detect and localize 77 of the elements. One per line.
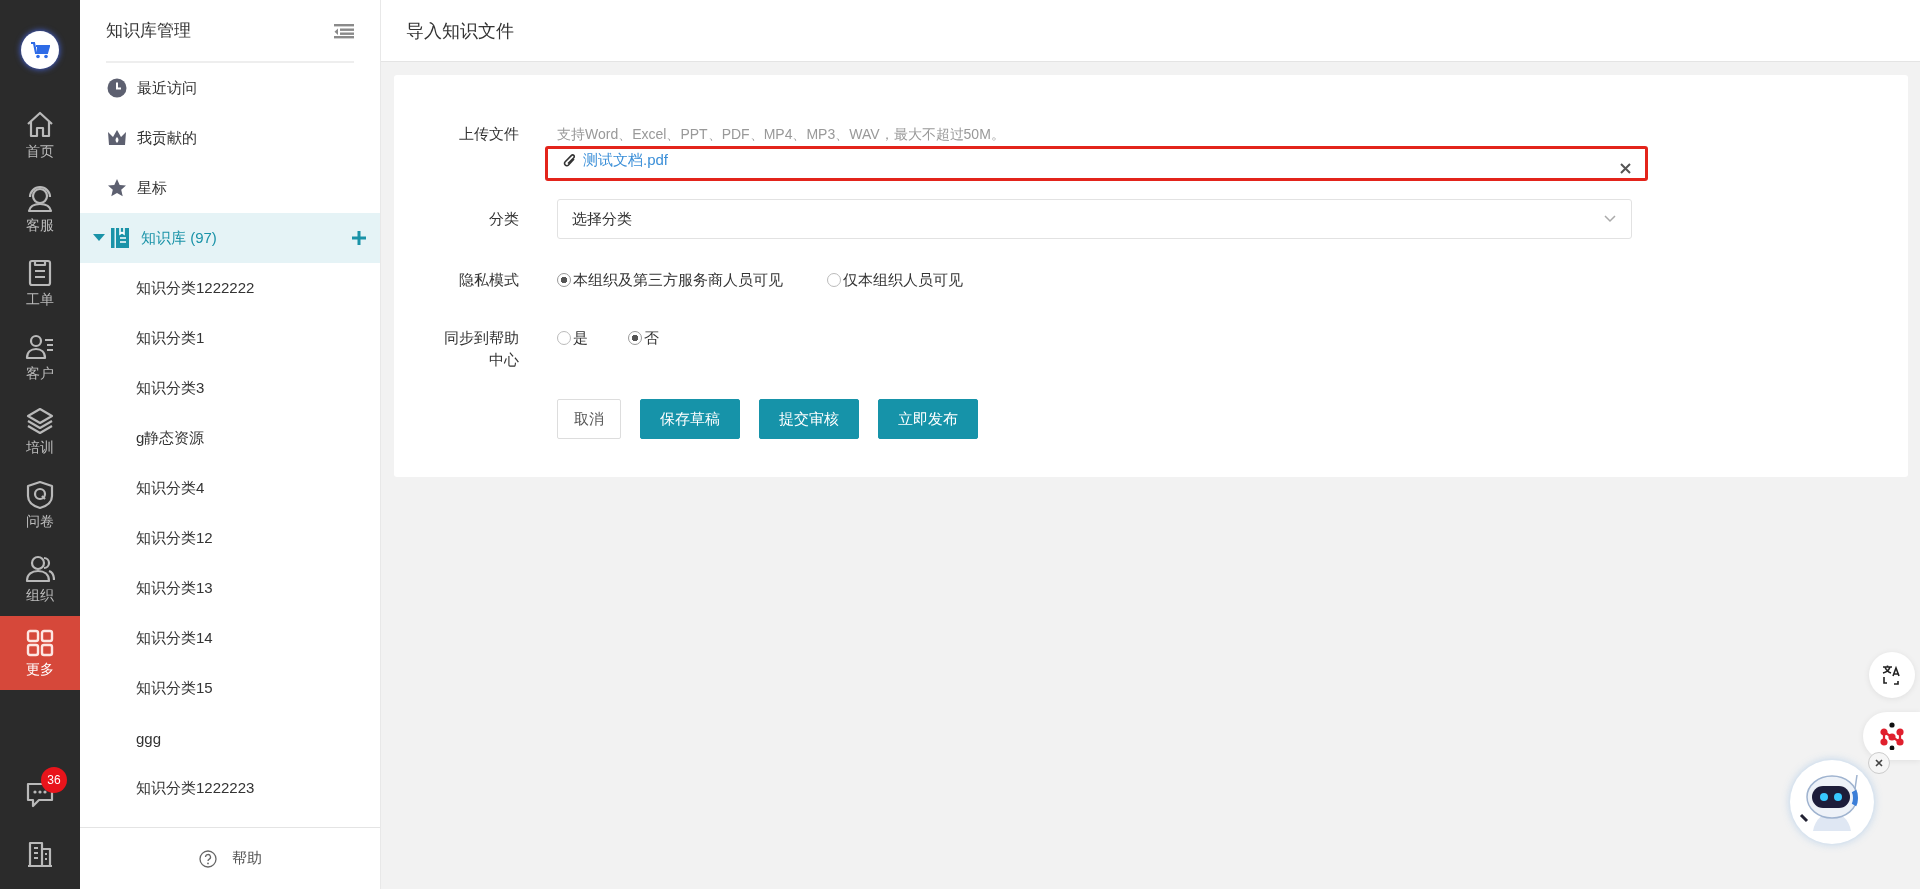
caret-icon[interactable] (93, 234, 105, 242)
translate-button[interactable] (1869, 652, 1915, 698)
plus-icon (352, 231, 366, 245)
help-icon (198, 849, 217, 868)
radio-option[interactable]: 是 (557, 327, 588, 349)
chevron-down-icon (1604, 215, 1616, 223)
collapse-button[interactable] (334, 22, 354, 39)
add-button[interactable] (352, 231, 366, 245)
shield-icon (25, 479, 55, 510)
tree-item[interactable]: g静态资源 (80, 413, 205, 463)
nav-item[interactable]: 工单 (0, 246, 80, 320)
home-icon (25, 109, 55, 140)
tree-item[interactable]: 知识分类14 (80, 613, 213, 663)
remove-file-button[interactable] (1620, 163, 1631, 174)
unread-badge: 36 (41, 766, 67, 793)
assistant-button[interactable] (1790, 760, 1874, 844)
sidebar-item[interactable]: 我贡献的 (80, 113, 380, 163)
field-label: 同步到帮助中心 (443, 328, 519, 370)
tree-item[interactable]: 知识分类1222223 (80, 763, 255, 813)
radio-icon[interactable] (827, 273, 841, 287)
translate-icon (1881, 664, 1903, 686)
radio-icon[interactable] (628, 331, 642, 345)
field-label: 分类 (488, 209, 519, 229)
field-label: 上传文件 (458, 124, 519, 144)
tree-item[interactable]: 知识分类1 (80, 313, 205, 363)
graph-button[interactable] (1863, 712, 1920, 760)
tree-item[interactable]: 知识分类13 (80, 563, 213, 613)
building-icon (25, 839, 55, 869)
nav-item[interactable]: 客服 (0, 172, 80, 246)
tree-item[interactable]: 知识分类3 (80, 363, 205, 413)
close-icon (1875, 759, 1883, 767)
nav-item[interactable]: 客户 (0, 320, 80, 394)
tree-item[interactable]: 知识分类1222222 (80, 263, 255, 313)
tree-item[interactable]: 知识分类4 (80, 463, 205, 513)
sidebar-title: 知识库管理 (106, 20, 191, 42)
notebook-icon (111, 227, 131, 249)
tree-item[interactable]: ggg (80, 713, 162, 763)
field-label: 隐私模式 (458, 270, 519, 290)
radio-option[interactable]: 仅本组织人员可见 (827, 269, 963, 291)
action-button[interactable]: 立即发布 (878, 399, 978, 439)
help-link[interactable]: 帮助 (198, 849, 262, 868)
close-button[interactable] (1868, 752, 1890, 774)
tree-item[interactable]: 知识分类15 (80, 663, 213, 713)
clock-icon (107, 78, 127, 98)
nav-item[interactable]: 培训 (0, 394, 80, 468)
radio-option[interactable]: 本组织及第三方服务商人员可见 (557, 269, 783, 291)
category-dropdown[interactable]: 选择分类 (557, 199, 1632, 239)
tree-item[interactable]: 知识分类12 (80, 513, 213, 563)
nav-item[interactable]: 组织 (0, 542, 80, 616)
grid-icon (25, 627, 55, 658)
nav-item[interactable]: 首页 (0, 98, 80, 172)
users-icon (25, 553, 55, 584)
logo-button[interactable] (21, 31, 59, 69)
action-button[interactable]: 提交审核 (759, 399, 859, 439)
paperclip-icon (563, 152, 577, 169)
radio-icon[interactable] (557, 273, 571, 287)
nav-item[interactable]: 更多 (0, 616, 80, 690)
radio-option[interactable]: 否 (628, 327, 659, 349)
crown-icon (107, 128, 127, 148)
file-link[interactable]: 测试文档.pdf (563, 151, 669, 170)
node-graph-icon (1879, 722, 1904, 750)
upload-hint: 支持Word、Excel、PPT、PDF、MP4、MP3、WAV，最大不超过50M。 (557, 125, 1006, 144)
headset-icon (25, 183, 55, 214)
messages-button[interactable]: 36 (25, 766, 67, 808)
page-title: 导入知识文件 (406, 19, 514, 43)
layers-icon (25, 405, 55, 436)
nav-item[interactable]: 问卷 (0, 468, 80, 542)
cart-icon (30, 41, 50, 59)
action-button[interactable]: 保存草稿 (640, 399, 740, 439)
star-icon (107, 178, 127, 198)
collapse-menu-icon (334, 22, 354, 39)
cancel-button[interactable]: 取消 (557, 399, 621, 439)
radio-icon[interactable] (557, 331, 571, 345)
building-button[interactable] (25, 839, 55, 869)
sidebar-item[interactable]: 星标 (80, 163, 380, 213)
sidebar-item[interactable]: 最近访问 (80, 63, 380, 113)
close-icon (1620, 163, 1631, 174)
